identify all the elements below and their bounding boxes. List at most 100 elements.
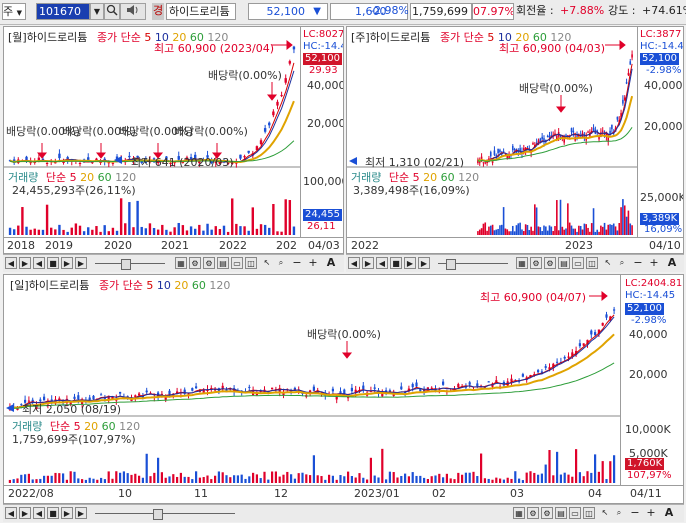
nav-first-button[interactable]: ◀ — [5, 507, 17, 519]
settings-button[interactable]: ⚙ — [527, 507, 539, 519]
zoom-out-button[interactable]: − — [291, 257, 303, 269]
nav-back-button[interactable]: ◀ — [33, 257, 45, 269]
code-dropdown-button[interactable]: ▼ — [90, 3, 104, 20]
weekly-y-axis[interactable]: LC:3877 HC:-14.4 52,100 -2.98% 40,000 20… — [637, 27, 683, 237]
zoom-in-button[interactable]: + — [307, 257, 319, 269]
pct-tag: 29.93 — [309, 65, 338, 76]
nav-prev-button[interactable]: ▶ — [19, 257, 31, 269]
candle-body — [565, 134, 567, 136]
zoom-in-button[interactable]: + — [648, 257, 660, 269]
stock-code-input[interactable]: 101670 — [36, 3, 90, 20]
cursor-button[interactable]: ↖ — [599, 507, 611, 519]
volume-bar — [165, 229, 168, 235]
daily-volume-series — [8, 448, 616, 483]
daily-navigation-bar: ◀ ▶ ◀ ■ ▶ ▶ ▦ ⚙ ⚙ ▤ ▭ ◫ ↖ ⌕ − + A — [3, 504, 684, 522]
nav-last-button[interactable]: ▶ — [418, 257, 430, 269]
volume-bar — [366, 479, 369, 483]
split-button[interactable]: ◫ — [586, 257, 598, 269]
layout-button[interactable]: ▤ — [558, 257, 570, 269]
zoom-slider-handle[interactable] — [153, 509, 163, 520]
split-button[interactable]: ◫ — [245, 257, 257, 269]
nav-last-button[interactable]: ▶ — [75, 257, 87, 269]
y-tick-label: 40,000 — [307, 79, 344, 92]
window-button[interactable]: ▭ — [569, 507, 581, 519]
zoom-slider-track[interactable] — [95, 513, 235, 514]
volume-bar — [324, 479, 327, 483]
weekly-chart-canvas[interactable] — [347, 27, 637, 237]
price-tag: 52,100 — [640, 53, 679, 65]
zoom-search-button[interactable]: ⌕ — [613, 507, 625, 519]
nav-back-button[interactable]: ◀ — [376, 257, 388, 269]
candle-body — [191, 388, 194, 391]
search-button[interactable] — [104, 3, 120, 20]
daily-chart-canvas[interactable] — [4, 275, 620, 485]
cursor-button[interactable]: ↖ — [602, 257, 614, 269]
volume-bar — [41, 229, 45, 235]
low-annotation: 최저 641 (2020/03) — [131, 156, 234, 169]
step-back-icon: ◀ — [35, 509, 43, 518]
ma5-label: 5 — [487, 31, 495, 44]
strength-value: +74.61% — [642, 4, 686, 17]
layout-button[interactable]: ▤ — [217, 257, 229, 269]
nav-last-button[interactable]: ▶ — [75, 507, 87, 519]
volume-bar — [37, 229, 41, 235]
volume-bar — [320, 476, 323, 483]
candle-body — [168, 390, 171, 395]
nav-forward-button[interactable]: ▶ — [61, 507, 73, 519]
auto-scale-button[interactable]: A — [666, 257, 678, 269]
gear-icon: ⚙ — [191, 259, 199, 268]
nav-stop-button[interactable]: ■ — [47, 257, 59, 269]
volume-bar — [8, 479, 11, 483]
zoom-search-button[interactable]: ⌕ — [616, 257, 628, 269]
zoom-out-button[interactable]: − — [629, 507, 641, 519]
volume-value: 1,759,699 — [410, 3, 472, 20]
chart-type-button[interactable]: ▦ — [513, 507, 525, 519]
nav-first-button[interactable]: ◀ — [5, 257, 17, 269]
volume-bar — [130, 474, 133, 483]
cursor-button[interactable]: ↖ — [261, 257, 273, 269]
window-button[interactable]: ▭ — [572, 257, 584, 269]
nav-first-button[interactable]: ◀ — [348, 257, 360, 269]
auto-scale-button[interactable]: A — [663, 507, 675, 519]
market-select[interactable]: 주 ▼ — [2, 3, 26, 20]
zoom-out-button[interactable]: − — [632, 257, 644, 269]
candle-body — [482, 162, 485, 164]
nav-forward-button[interactable]: ▶ — [61, 257, 73, 269]
zoom-search-button[interactable]: ⌕ — [275, 257, 287, 269]
nav-back-button[interactable]: ◀ — [33, 507, 45, 519]
volume-bar — [480, 453, 483, 483]
auto-scale-button[interactable]: A — [325, 257, 337, 269]
split-button[interactable]: ◫ — [583, 507, 595, 519]
volume-bar — [582, 476, 585, 483]
zoom-slider-handle[interactable] — [121, 259, 131, 270]
volume-bar — [434, 475, 437, 483]
zoom-slider-handle[interactable] — [446, 259, 456, 270]
nav-stop-button[interactable]: ■ — [47, 507, 59, 519]
monthly-y-axis[interactable]: LC:8027 HC:-14.4 52,100 29.93 40,000 20,… — [300, 27, 344, 237]
window-button[interactable]: ▭ — [231, 257, 243, 269]
settings-button[interactable]: ⚙ — [530, 257, 542, 269]
nav-forward-button[interactable]: ▶ — [404, 257, 416, 269]
zoom-in-button[interactable]: + — [645, 507, 657, 519]
volume-bar — [161, 224, 164, 235]
tools-button[interactable]: ⚙ — [544, 257, 556, 269]
layout-button[interactable]: ▤ — [555, 507, 567, 519]
volume-bar — [210, 479, 213, 483]
chart-type-button[interactable]: ▦ — [175, 257, 187, 269]
chart-type-button[interactable]: ▦ — [516, 257, 528, 269]
volume-bar — [235, 223, 238, 235]
daily-title-bar: [일]하이드로리튬 종가 단순 5 10 20 60 120 — [10, 277, 230, 293]
tools-button[interactable]: ⚙ — [203, 257, 215, 269]
sound-button[interactable] — [120, 3, 146, 20]
tools-button[interactable]: ⚙ — [541, 507, 553, 519]
settings-button[interactable]: ⚙ — [189, 257, 201, 269]
volume-bar — [445, 473, 448, 483]
volume-bar — [243, 226, 246, 235]
nav-prev-button[interactable]: ▶ — [362, 257, 374, 269]
nav-stop-button[interactable]: ■ — [390, 257, 402, 269]
nav-prev-button[interactable]: ▶ — [19, 507, 31, 519]
down-arrow-icon: ▼ — [313, 6, 321, 17]
weekly-chart-panel: [주]하이드로리튬 종가 단순 5 10 20 60 120 최고 60,900… — [346, 26, 684, 254]
volume-bar — [497, 228, 499, 235]
daily-y-axis[interactable]: LC:2404.81 HC:-14.45 52,100 -2.98% 40,00… — [620, 275, 683, 485]
